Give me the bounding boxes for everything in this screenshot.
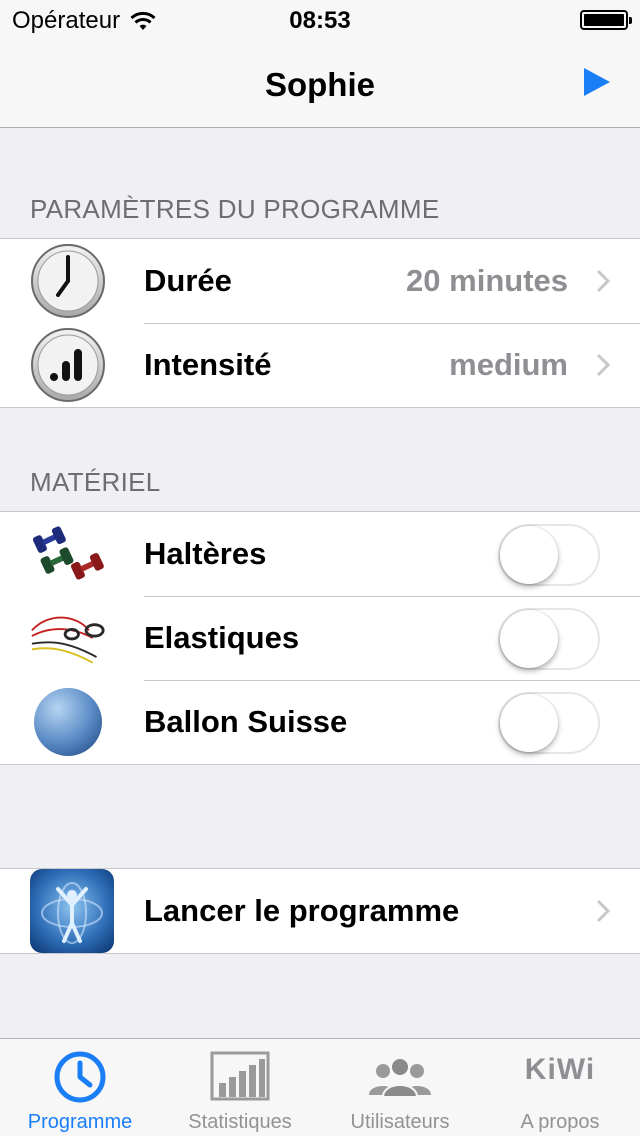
launch-program-row[interactable]: Lancer le programme (0, 869, 640, 953)
tab-bar: Programme Statistiques Utilisateurs KiWi… (0, 1038, 640, 1136)
tab-utilisateurs[interactable]: Utilisateurs (320, 1039, 480, 1136)
clock-icon (31, 244, 105, 318)
chevron-right-icon (596, 353, 610, 377)
dumbbells-row: Haltères (0, 512, 640, 596)
duration-label: Durée (144, 263, 232, 298)
status-bar: Opérateur 08:53 (0, 0, 640, 40)
bands-toggle[interactable] (498, 608, 600, 670)
status-time: 08:53 (289, 7, 351, 34)
navigation-bar: Sophie (0, 40, 640, 128)
signal-bars-icon (31, 328, 105, 402)
play-button[interactable] (584, 68, 610, 96)
tab-label: Statistiques (188, 1111, 292, 1133)
toggle-knob (500, 610, 558, 668)
bands-row: Elastiques (0, 596, 640, 680)
toggle-knob (500, 694, 558, 752)
section-header-equipment: MATÉRIEL (30, 467, 161, 497)
chevron-right-icon (596, 899, 610, 923)
chevron-right-icon (596, 269, 610, 293)
users-icon (369, 1057, 431, 1098)
equipment-group: Haltères Elastiques Ballon Suisse (0, 511, 640, 765)
swiss-ball-row: Ballon Suisse (0, 680, 640, 764)
dumbbells-icon (32, 526, 104, 580)
kiwi-logo-icon: KiWi (524, 1053, 596, 1086)
bands-label: Elastiques (144, 620, 300, 655)
fitness-figure-icon (30, 869, 114, 953)
dumbbells-label: Haltères (144, 536, 267, 571)
tab-a-propos[interactable]: KiWi A propos (480, 1039, 640, 1136)
intensity-value: medium (449, 347, 568, 382)
duration-row[interactable]: Durée 20 minutes (0, 239, 640, 323)
intensity-label: Intensité (144, 347, 272, 382)
launch-group: Lancer le programme (0, 868, 640, 954)
bar-chart-icon (210, 1051, 270, 1101)
tab-programme[interactable]: Programme (0, 1039, 160, 1136)
tab-label: A propos (520, 1111, 600, 1133)
intensity-row[interactable]: Intensité medium (0, 323, 640, 407)
swiss-ball-toggle[interactable] (498, 692, 600, 754)
program-settings-group: Durée 20 minutes Intensité medium (0, 238, 640, 408)
tab-label: Utilisateurs (350, 1111, 450, 1133)
section-header-program: PARAMÈTRES DU PROGRAMME (30, 194, 440, 224)
tab-label: Programme (27, 1111, 133, 1133)
duration-value: 20 minutes (406, 263, 568, 298)
launch-program-label: Lancer le programme (144, 893, 460, 928)
swiss-ball-icon (34, 688, 102, 756)
resistance-bands-icon (31, 616, 105, 664)
clock-tab-icon (54, 1051, 106, 1103)
page-title: Sophie (264, 66, 375, 103)
swiss-ball-label: Ballon Suisse (144, 704, 348, 739)
battery-icon (580, 10, 632, 30)
toggle-knob (500, 526, 558, 584)
dumbbells-toggle[interactable] (498, 524, 600, 586)
tab-statistiques[interactable]: Statistiques (160, 1039, 320, 1136)
